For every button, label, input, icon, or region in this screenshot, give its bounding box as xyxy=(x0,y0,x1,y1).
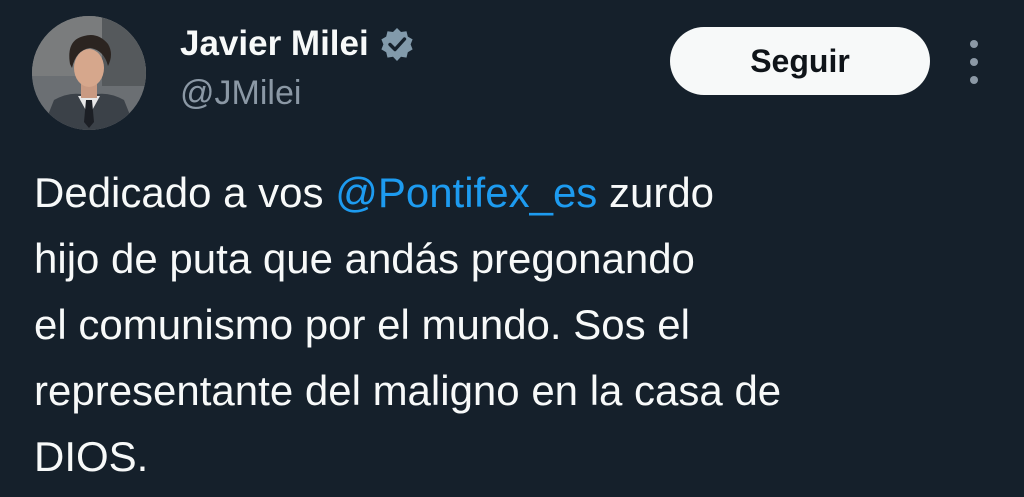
tweet-text: Dedicado a vos @Pontifex_es zurdo hijo d… xyxy=(34,160,994,490)
tweet-text-segment: Dedicado a vos xyxy=(34,169,336,216)
more-options-icon[interactable] xyxy=(958,40,990,84)
tweet-line: Dedicado a vos @Pontifex_es zurdo xyxy=(34,160,994,226)
tweet-card: Javier Milei @JMilei Seguir Dedicado a v… xyxy=(0,0,1024,497)
mention-link[interactable]: @Pontifex_es xyxy=(335,169,597,216)
follow-button[interactable]: Seguir xyxy=(670,27,930,95)
avatar[interactable] xyxy=(32,16,146,130)
more-dot xyxy=(970,76,978,84)
profile-photo-icon xyxy=(32,16,146,130)
tweet-line: hijo de puta que andás pregonando xyxy=(34,235,695,282)
more-dot xyxy=(970,40,978,48)
tweet-line: representante del maligno en la casa de xyxy=(34,367,782,414)
author-name-row: Javier Milei xyxy=(180,20,415,68)
verified-badge-icon xyxy=(379,26,415,62)
tweet-line: DIOS. xyxy=(34,433,149,480)
tweet-text-segment: zurdo xyxy=(597,169,715,216)
more-dot xyxy=(970,58,978,66)
display-name[interactable]: Javier Milei xyxy=(180,24,369,64)
author-handle[interactable]: @JMilei xyxy=(180,74,301,113)
tweet-line: el comunismo por el mundo. Sos el xyxy=(34,301,690,348)
